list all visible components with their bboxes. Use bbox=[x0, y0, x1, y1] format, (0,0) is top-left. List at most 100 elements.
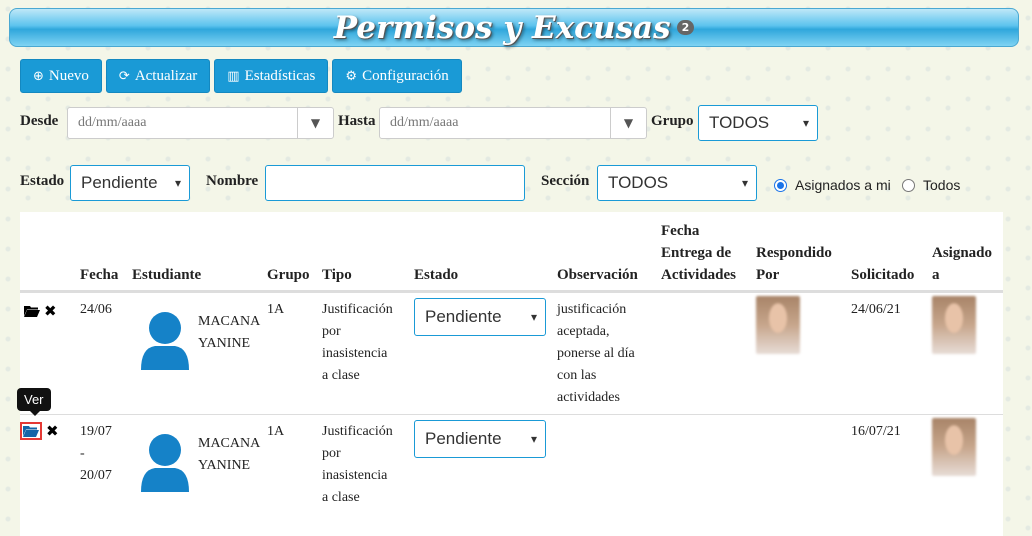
obs-line4: con las bbox=[557, 368, 597, 383]
row-estado-value: Pendiente bbox=[425, 429, 502, 448]
estado-select[interactable]: Pendiente ▾ bbox=[70, 165, 190, 201]
row-divider bbox=[20, 414, 1003, 415]
header-respondido-line1: Respondido bbox=[756, 245, 832, 261]
tooltip: Ver bbox=[17, 388, 51, 416]
row-actions: ✖ bbox=[24, 302, 57, 320]
student-name-line2: YANINE bbox=[198, 336, 251, 351]
hasta-placeholder: dd/mm/aaaa bbox=[390, 115, 459, 130]
chevron-down-icon[interactable]: ▼ bbox=[610, 108, 646, 138]
nombre-input[interactable] bbox=[265, 165, 525, 201]
header-asignado-a[interactable]: Asignado a bbox=[932, 242, 992, 286]
header-observacion[interactable]: Observación bbox=[557, 264, 638, 286]
tipo-line1: Justificación bbox=[322, 302, 393, 317]
plus-circle-icon: ⊕ bbox=[33, 68, 44, 84]
gear-icon: ⚙ bbox=[345, 68, 358, 84]
stats-button-label: Estadísticas bbox=[244, 67, 316, 84]
header-fecha-entrega-line2: Entrega de bbox=[661, 245, 732, 261]
row-solicitado: 16/07/21 bbox=[851, 424, 901, 439]
grupo-select[interactable]: TODOS ▾ bbox=[698, 105, 818, 141]
user-icon bbox=[141, 434, 189, 492]
stats-button[interactable]: ▥ Estadísticas bbox=[214, 59, 329, 93]
hasta-label: Hasta bbox=[338, 113, 376, 129]
requests-table: Fecha Estudiante Grupo Tipo Estado Obser… bbox=[20, 212, 1003, 536]
row-tipo: Justificación por inasistencia a clase bbox=[322, 299, 393, 387]
chevron-down-icon: ▾ bbox=[174, 176, 181, 190]
tipo-line1: Justificación bbox=[322, 424, 393, 439]
obs-line3: ponerse al día bbox=[557, 346, 635, 361]
header-respondido-por[interactable]: Respondido Por bbox=[756, 242, 832, 286]
fecha-line3: 20/07 bbox=[80, 468, 112, 483]
folder-open-icon[interactable] bbox=[23, 425, 39, 437]
row-grupo: 1A bbox=[267, 302, 285, 317]
header-fecha-entrega-line3: Actividades bbox=[661, 267, 736, 283]
row-grupo: 1A bbox=[267, 424, 285, 439]
respondent-photo bbox=[756, 296, 800, 354]
grupo-label: Grupo bbox=[651, 113, 694, 129]
row-estudiante: MACANA YANINE bbox=[198, 433, 260, 477]
seccion-select[interactable]: TODOS ▾ bbox=[597, 165, 757, 201]
header-fecha[interactable]: Fecha bbox=[80, 264, 118, 286]
desde-placeholder: dd/mm/aaaa bbox=[78, 115, 147, 130]
tipo-line2: por bbox=[322, 446, 341, 461]
seccion-select-value: TODOS bbox=[608, 173, 669, 192]
header-solicitado[interactable]: Solicitado bbox=[851, 264, 914, 286]
bar-chart-icon: ▥ bbox=[227, 68, 240, 84]
header-estado[interactable]: Estado bbox=[414, 264, 458, 286]
radio-assigned-to-me[interactable]: Asignados a mi bbox=[774, 177, 891, 193]
desde-label: Desde bbox=[20, 113, 59, 129]
row-fecha: 19/07 - 20/07 bbox=[80, 421, 112, 487]
student-name-line1: MACANA bbox=[198, 314, 261, 329]
assignee-photo bbox=[932, 296, 976, 354]
close-icon[interactable]: ✖ bbox=[44, 302, 57, 320]
avatar bbox=[132, 298, 198, 370]
fecha-line2: - bbox=[80, 446, 85, 461]
radio-all[interactable]: Todos bbox=[902, 177, 960, 193]
chevron-down-icon: ▾ bbox=[741, 176, 748, 190]
tipo-line4: a clase bbox=[322, 368, 360, 383]
row-solicitado: 24/06/21 bbox=[851, 302, 901, 317]
row-estudiante: MACANA YANINE bbox=[198, 311, 260, 355]
new-button-label: Nuevo bbox=[48, 67, 89, 84]
student-name-line2: YANINE bbox=[198, 458, 251, 473]
config-button-label: Configuración bbox=[362, 67, 449, 84]
avatar bbox=[132, 420, 198, 492]
header-grupo[interactable]: Grupo bbox=[267, 264, 310, 286]
student-name-line1: MACANA bbox=[198, 436, 261, 451]
seccion-label: Sección bbox=[541, 173, 590, 189]
header-divider bbox=[20, 290, 1003, 293]
close-icon[interactable]: ✖ bbox=[46, 422, 59, 440]
row-estado-select[interactable]: Pendiente ▾ bbox=[414, 298, 546, 336]
header-asignado-line1: Asignado bbox=[932, 245, 993, 261]
new-button[interactable]: ⊕ Nuevo bbox=[20, 59, 102, 93]
radio-dot-selected[interactable] bbox=[774, 178, 787, 192]
row-tipo: Justificación por inasistencia a clase bbox=[322, 421, 393, 509]
chevron-down-icon[interactable]: ▼ bbox=[297, 108, 333, 138]
desde-date-field[interactable]: dd/mm/aaaa ▼ bbox=[67, 107, 334, 139]
nombre-label: Nombre bbox=[206, 173, 259, 189]
chevron-down-icon: ▾ bbox=[530, 310, 537, 324]
row-actions: ✖ bbox=[20, 422, 59, 440]
tipo-line4: a clase bbox=[322, 490, 360, 505]
chevron-down-icon: ▾ bbox=[530, 432, 537, 446]
config-button[interactable]: ⚙ Configuración bbox=[332, 59, 462, 93]
header-fecha-entrega[interactable]: Fecha Entrega de Actividades bbox=[661, 220, 736, 286]
hasta-date-field[interactable]: dd/mm/aaaa ▼ bbox=[379, 107, 647, 139]
open-button[interactable] bbox=[20, 422, 42, 440]
header-tipo[interactable]: Tipo bbox=[322, 264, 352, 286]
obs-line1: justificación bbox=[557, 302, 627, 317]
tipo-line2: por bbox=[322, 324, 341, 339]
radio-dot[interactable] bbox=[902, 178, 915, 192]
refresh-button[interactable]: ⟳ Actualizar bbox=[105, 59, 211, 93]
header-respondido-line2: Por bbox=[756, 267, 780, 283]
toolbar: ⊕ Nuevo ⟳ Actualizar ▥ Estadísticas ⚙ Co… bbox=[20, 59, 462, 93]
tipo-line3: inasistencia bbox=[322, 346, 388, 361]
refresh-icon: ⟳ bbox=[118, 68, 130, 84]
grupo-select-value: TODOS bbox=[709, 113, 770, 132]
assignee-photo bbox=[932, 418, 976, 476]
chevron-down-icon: ▾ bbox=[802, 116, 809, 130]
row-estado-select[interactable]: Pendiente ▾ bbox=[414, 420, 546, 458]
estado-select-value: Pendiente bbox=[81, 173, 158, 192]
folder-open-icon[interactable] bbox=[24, 305, 40, 317]
header-fecha-entrega-line1: Fecha bbox=[661, 223, 700, 239]
header-estudiante[interactable]: Estudiante bbox=[132, 264, 201, 286]
